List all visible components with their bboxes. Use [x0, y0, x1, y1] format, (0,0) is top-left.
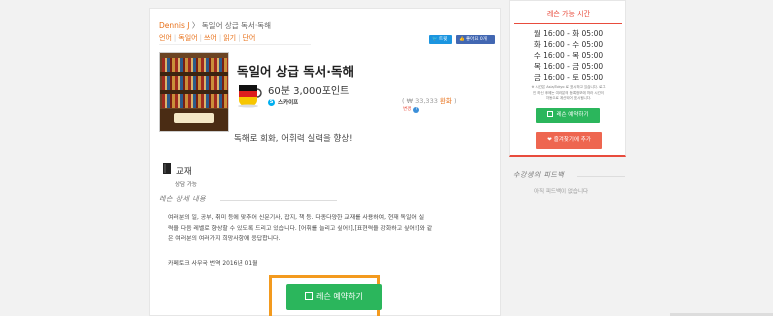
- breadcrumb-separator: 〉: [189, 21, 202, 30]
- category-tag[interactable]: 언어: [159, 34, 172, 42]
- description-line: 여러분의 일, 공부, 취미 등에 맞추어 신문기사, 잡지, 책 등. 다종다…: [168, 215, 425, 221]
- book-lesson-label: 레슨 예약하기: [316, 292, 363, 301]
- book-lesson-button[interactable]: 레슨 예약하기: [286, 284, 382, 310]
- add-favorite-label: 즐겨찾기에 추가: [553, 137, 591, 143]
- lesson-description: 여러분의 일, 공부, 취미 등에 맞추어 신문기사, 잡지, 책 등. 다종다…: [168, 213, 483, 245]
- note-line: 자동으로 계산되어 표시됩니다.: [545, 96, 592, 100]
- category-tag[interactable]: 단어: [242, 34, 255, 42]
- timezone-note: ※ 시간은 Asia/Tokyo 로 표시하고 있습니다. 로그 인 하신 후에…: [516, 85, 621, 102]
- availability-sidebar: 레슨 가능 시간 월 16:00 - 화 05:00 화 16:00 - 수 0…: [509, 0, 626, 157]
- divider: [220, 200, 337, 201]
- change-label[interactable]: 변경: [403, 107, 411, 112]
- heart-icon: ❤: [547, 137, 552, 143]
- breadcrumb: Dennis J 〉 독일어 상급 독서·독해: [159, 20, 271, 31]
- add-favorite-button[interactable]: ❤ 즐겨찾기에 추가: [536, 132, 602, 149]
- breadcrumb-lesson: 독일어 상급 독서·독해: [201, 21, 272, 30]
- book-icon: [163, 163, 171, 174]
- sidebar-book-button[interactable]: 레슨 예약하기: [536, 108, 600, 123]
- calendar-icon: [547, 110, 554, 117]
- schedule-row: 목 16:00 - 금 05:00: [533, 62, 604, 71]
- lesson-thumbnail: [159, 52, 229, 132]
- translation-note: 카페토크 사무국 번역 2016년 01월: [168, 261, 258, 267]
- sidebar-book-label: 레슨 예약하기: [556, 112, 589, 118]
- price-currency-link[interactable]: 환화: [440, 97, 452, 105]
- detail-heading: 레슨 상세 내용: [159, 195, 207, 203]
- schedule-row: 월 16:00 - 화 05:00: [533, 29, 604, 38]
- platform: S 스카이프: [268, 98, 298, 106]
- currency-change[interactable]: 변경?: [403, 106, 420, 113]
- schedule-row: 금 16:00 - 토 05:00: [533, 73, 604, 82]
- divider: [514, 23, 622, 24]
- category-tag[interactable]: 쓰어: [204, 34, 217, 42]
- feedback-empty: 아직 피드백이 없습니다: [534, 189, 589, 195]
- category-tags: 언어 | 독일어 | 쓰어 | 읽기 | 단어: [159, 34, 256, 42]
- lesson-points: 60분 3,000포인트: [268, 86, 350, 97]
- schedule-row: 수 16:00 - 목 05:00: [533, 51, 604, 60]
- material-value: 상담 가능: [175, 182, 197, 188]
- divider: [159, 44, 311, 45]
- twitter-share-button[interactable]: 🐦 트윗: [429, 35, 452, 44]
- lesson-title: 독일어 상급 독서·독해: [237, 64, 354, 79]
- german-flag-cup-icon: [238, 85, 262, 108]
- feedback-heading: 수강생의 피드백: [513, 171, 565, 179]
- category-tag[interactable]: 읽기: [223, 34, 236, 42]
- description-line: 은 여러분의 여러가지 희망사항에 응답합니다.: [168, 236, 281, 242]
- skype-icon: S: [268, 99, 275, 106]
- price-close: ): [451, 97, 457, 105]
- price-conversion: ( ₩ 33,333 환화 ): [402, 95, 456, 105]
- availability-title: 레슨 가능 시간: [546, 10, 591, 18]
- description-line: 력을 다음 레벨로 향상할 수 있도록 드리고 있습니다. [어휘를 늘리고 싶…: [168, 225, 433, 232]
- platform-label: 스카이프: [278, 100, 299, 106]
- lesson-summary: 독해로 회화, 어휘력 실력을 향상!: [234, 134, 353, 144]
- material-label: 교재: [176, 167, 192, 177]
- note-line: ※ 시간은 Asia/Tokyo 로 표시하고 있습니다. 로그: [531, 85, 606, 89]
- breadcrumb-teacher-link[interactable]: Dennis J: [159, 21, 189, 30]
- price-amount: ( ₩ 33,333: [402, 97, 440, 105]
- divider: [577, 176, 625, 177]
- schedule-row: 화 16:00 - 수 05:00: [533, 40, 604, 49]
- facebook-like-button[interactable]: 👍 좋아요 0개: [456, 35, 495, 44]
- lesson-card: Dennis J 〉 독일어 상급 독서·독해 언어 | 독일어 | 쓰어 | 읽기 | 단어 …: [149, 8, 501, 316]
- category-tag[interactable]: 독일어: [178, 34, 197, 42]
- calendar-icon: [305, 291, 314, 300]
- help-icon[interactable]: ?: [413, 107, 420, 113]
